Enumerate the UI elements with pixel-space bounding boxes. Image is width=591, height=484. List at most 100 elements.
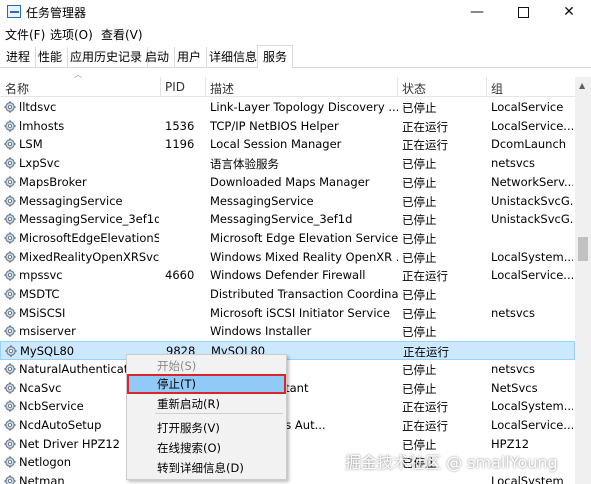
service-row[interactable]: MixedRealityOpenXRSvc Windows Mixed Reali… <box>0 248 575 267</box>
service-row[interactable]: MSiSCSI Microsoft iSCSI Initiator Service… <box>0 304 575 323</box>
service-gear-icon <box>4 250 16 263</box>
service-status: 已停止 <box>402 381 437 396</box>
service-gear-icon <box>4 288 16 300</box>
service-gear-icon <box>4 381 16 394</box>
column-divider[interactable] <box>205 77 206 97</box>
service-gear-icon <box>5 345 17 357</box>
tab-services[interactable]: 服务 <box>257 45 294 69</box>
service-row[interactable]: lltdsvc Link-Layer Topology Discovery ...… <box>0 98 575 117</box>
close-button[interactable]: ✕ <box>546 0 591 24</box>
service-name: msiserver <box>19 324 76 339</box>
service-status: 已停止 <box>402 362 437 377</box>
service-row[interactable]: MessagingService MessagingService 已停止 Unist… <box>0 192 575 211</box>
service-row[interactable]: MySQL80 9828 MySQL80 正在运行 <box>0 341 575 360</box>
service-name: LSM <box>19 137 43 152</box>
tab-processes[interactable]: 进程 <box>1 47 37 68</box>
service-gear-icon <box>4 456 16 468</box>
tab-startup[interactable]: 启动 <box>140 47 176 68</box>
service-name: MSiSCSI <box>19 305 66 320</box>
service-status: 已停止 <box>402 194 437 209</box>
service-gear-icon <box>4 194 16 207</box>
menu-search-online[interactable]: 在线搜索(O) <box>127 438 286 458</box>
service-gear-icon <box>4 306 16 319</box>
service-row[interactable]: MicrosoftEdgeElevationS... Microsoft Edge… <box>0 229 575 248</box>
service-status: 已停止 <box>402 157 437 172</box>
service-description: Distributed Transaction Coordina... <box>210 287 398 301</box>
service-status: 正在运行 <box>402 400 448 415</box>
service-description: Windows Mixed Reality OpenXR ... <box>210 249 398 264</box>
service-status: 已停止 <box>402 325 437 340</box>
service-gear-icon <box>4 363 16 375</box>
service-row[interactable]: LSM 1196 Local Session Manager 正在运行 DcomLaun… <box>0 135 575 154</box>
maximize-button[interactable] <box>500 0 546 24</box>
menu-view[interactable]: 查看(V) <box>101 26 143 43</box>
service-group: NetSvcs <box>491 380 538 395</box>
column-name[interactable]: 名称 <box>5 80 29 97</box>
service-gear-icon <box>4 157 16 169</box>
service-row[interactable]: msiserver Windows Installer 已停止 <box>0 322 575 341</box>
service-status: 正在运行 <box>403 345 449 360</box>
service-row[interactable]: NaturalAuthentication 已停止 netsvcs <box>0 360 575 379</box>
service-group: LocalSystem... <box>491 249 573 264</box>
service-gear-icon <box>4 475 16 484</box>
tab-bar: 进程 性能 应用历史记录 启动 用户 详细信息 服务 <box>0 44 591 69</box>
menu-go-to-details[interactable]: 转到详细信息(D) <box>127 458 286 478</box>
services-list: lltdsvc Link-Layer Topology Discovery ...… <box>0 98 575 484</box>
service-row[interactable]: NcdAutoSetupected Devices Aut...正在运行Loca… <box>0 416 575 435</box>
menu-restart[interactable]: 重新启动(R) <box>127 394 286 414</box>
service-row[interactable]: NcaSvcectivity Assistant已停止NetSvcs <box>0 379 575 398</box>
tab-users[interactable]: 用户 <box>172 47 208 68</box>
service-row[interactable]: Netman LocalSystem <box>0 472 575 484</box>
service-gear-icon <box>4 437 16 450</box>
tab-performance[interactable]: 性能 <box>33 47 69 68</box>
column-group[interactable]: 组 <box>491 80 503 97</box>
menu-file[interactable]: 文件(F) <box>5 26 45 43</box>
service-status: 正在运行 <box>402 418 448 433</box>
service-pid: 1536 <box>165 118 195 133</box>
vertical-scrollbar[interactable]: ▲ <box>575 77 591 484</box>
service-group: LocalService <box>491 100 564 114</box>
service-description: Downloaded Maps Manager <box>210 174 370 189</box>
service-description: Microsoft Edge Elevation Service... <box>210 230 398 245</box>
service-row[interactable]: MapsBroker Downloaded Maps Manager 已停止 Netw… <box>0 173 575 192</box>
scroll-up-arrow-icon[interactable]: ▲ <box>579 81 585 90</box>
service-description: Windows Installer <box>210 324 312 339</box>
service-gear-icon <box>4 269 16 281</box>
tab-app-history[interactable]: 应用历史记录 <box>65 47 149 68</box>
column-pid[interactable]: PID <box>165 80 185 94</box>
service-name: MSDTC <box>19 287 60 301</box>
service-row[interactable]: NcbServiceection Broker正在运行LocalSystem..… <box>0 397 575 416</box>
service-name: MapsBroker <box>19 174 87 189</box>
column-status[interactable]: 状态 <box>402 80 426 97</box>
tab-details[interactable]: 详细信息 <box>204 47 264 68</box>
menu-open-services[interactable]: 打开服务(V) <box>127 418 286 438</box>
minimize-button[interactable]: — <box>454 0 500 24</box>
service-status: 已停止 <box>402 306 437 321</box>
service-name: mpssvc <box>19 268 63 283</box>
service-gear-icon <box>4 176 16 188</box>
column-divider[interactable] <box>486 77 487 97</box>
service-row[interactable]: lmhosts 1536 TCP/IP NetBIOS Helper 正在运行 Loca… <box>0 117 575 136</box>
title-bar: 任务管理器 — ✕ <box>0 0 591 24</box>
scroll-thumb[interactable] <box>578 237 588 261</box>
service-name: LxpSvc <box>19 156 60 171</box>
column-divider[interactable] <box>397 77 398 97</box>
menu-start: 开始(S) <box>157 359 197 373</box>
service-row[interactable]: LxpSvc 语言体验服务 已停止 netsvcs <box>0 154 575 173</box>
column-description[interactable]: 描述 <box>210 80 234 97</box>
service-row[interactable]: MSDTC Distributed Transaction Coordina...… <box>0 285 575 304</box>
menu-options[interactable]: 选项(O) <box>50 26 93 43</box>
service-gear-icon <box>4 213 16 225</box>
service-row[interactable]: mpssvc 4660 Windows Defender Firewall 正在运行 L… <box>0 266 575 285</box>
service-row[interactable]: MessagingService_3ef1d MessagingService_3… <box>0 210 575 229</box>
service-description: Link-Layer Topology Discovery ... <box>210 100 398 114</box>
menu-stop[interactable]: 停止(T) <box>127 374 286 394</box>
maximize-icon <box>517 6 529 18</box>
column-divider[interactable] <box>160 77 161 97</box>
service-pid: 4660 <box>165 268 195 283</box>
watermark: 掘金技术社区 @ smallYoung <box>345 453 558 472</box>
service-group: DcomLaunch <box>491 137 567 152</box>
service-status: 已停止 <box>402 101 437 115</box>
service-group: UnistackSvcG... <box>491 193 573 208</box>
service-name: lmhosts <box>19 118 65 133</box>
